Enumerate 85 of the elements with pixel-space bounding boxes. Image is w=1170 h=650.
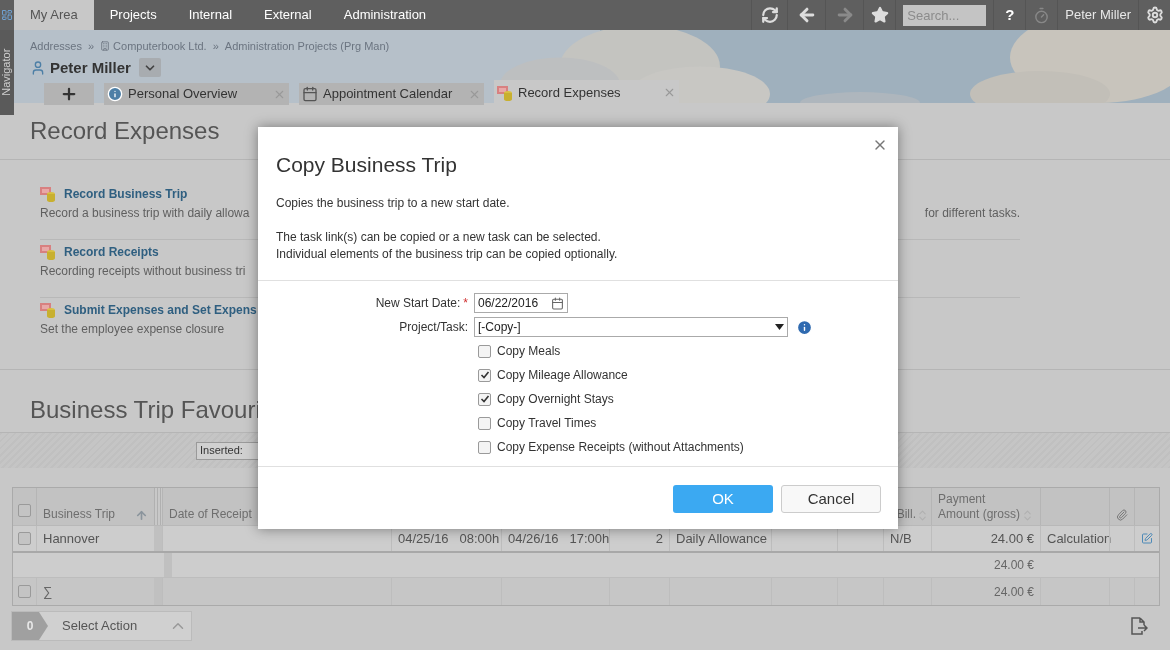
- option-label: Copy Travel Times: [497, 415, 597, 432]
- info-icon: [107, 86, 123, 102]
- dialog-text: The task link(s) can be copied or a new task can be selected.: [276, 228, 602, 246]
- checkbox[interactable]: [478, 392, 491, 406]
- checkbox[interactable]: [18, 504, 31, 517]
- page-title: Record Expenses: [30, 116, 220, 146]
- nav-tab[interactable]: Internal: [172, 0, 249, 30]
- calendar-icon[interactable]: [551, 296, 564, 310]
- breadcrumb-link[interactable]: Addresses: [30, 38, 82, 55]
- cancel-button[interactable]: Cancel: [781, 485, 881, 513]
- nav-tab[interactable]: My Area: [14, 0, 94, 30]
- person-name: Peter Miller: [50, 57, 131, 78]
- expenses-icon: [497, 84, 513, 101]
- table-cell: Calculation: [1040, 526, 1109, 551]
- navigator-label[interactable]: Navigator: [0, 48, 16, 97]
- navigator-icon[interactable]: [1, 9, 13, 21]
- dialog-text: Individual elements of the business trip can be copied optionally.: [276, 245, 619, 263]
- action-bar[interactable]: 0 Select Action: [11, 611, 192, 641]
- page-tab[interactable]: Record Expenses: [494, 80, 679, 105]
- action-link[interactable]: Submit Expenses and Set Expens: [64, 301, 257, 319]
- breadcrumb-link[interactable]: Administration Projects (Prg Man): [224, 38, 390, 55]
- breadcrumb-separator: »: [88, 39, 95, 54]
- table-cell: 24.00 €: [931, 526, 1040, 551]
- option-label: Copy Overnight Stays: [497, 391, 614, 408]
- dropdown-arrow-icon[interactable]: [775, 324, 784, 330]
- action-description: Record a business trip with daily allowa: [40, 205, 250, 222]
- action-select-label: Select Action: [62, 617, 139, 636]
- nav-tab[interactable]: Projects: [93, 0, 173, 30]
- expenses-icon: [40, 244, 56, 260]
- sum-label: ∑: [43, 582, 53, 601]
- option-label: Copy Mileage Allowance: [497, 367, 628, 384]
- building-icon: [100, 41, 111, 52]
- total-amount: 24.00 €: [993, 583, 1034, 601]
- refresh-icon[interactable]: [760, 6, 779, 24]
- task-select[interactable]: [-Copy-]: [474, 317, 788, 337]
- nav-tab[interactable]: Administration: [327, 0, 443, 30]
- page-tab[interactable]: Personal Overview: [104, 83, 289, 105]
- expenses-icon: [40, 186, 56, 202]
- export-icon[interactable]: [1128, 616, 1148, 636]
- nav-tab[interactable]: External: [248, 0, 328, 30]
- required-mark: *: [463, 296, 468, 310]
- dialog-text: Copies the business trip to a new start date.: [276, 194, 511, 212]
- breadcrumb-separator: »: [212, 39, 219, 54]
- action-description: for different tasks.: [924, 205, 1020, 222]
- person-icon: [30, 59, 46, 76]
- plus-icon: [60, 85, 78, 103]
- date-field[interactable]: 06/22/2016: [474, 293, 568, 313]
- ok-button[interactable]: OK: [673, 485, 773, 513]
- checkbox[interactable]: [18, 532, 31, 545]
- checkbox[interactable]: [478, 368, 491, 382]
- person-menu-button[interactable]: [138, 58, 161, 78]
- action-link[interactable]: Record Business Trip: [64, 185, 188, 203]
- expenses-icon: [40, 302, 56, 318]
- sort-icon[interactable]: [135, 509, 148, 522]
- info-icon[interactable]: [796, 318, 813, 336]
- calendar-icon: [302, 86, 318, 102]
- tab-label: Record Expenses: [518, 83, 622, 102]
- selection-count: 0: [12, 612, 48, 640]
- checkbox[interactable]: [478, 416, 491, 430]
- option-label: Copy Meals: [497, 343, 561, 360]
- checkbox[interactable]: [478, 440, 491, 454]
- settings-icon[interactable]: [1145, 6, 1164, 24]
- tab-label: Appointment Calendar: [323, 85, 454, 104]
- action-description: Set the employee expense closure: [40, 321, 225, 338]
- star-icon[interactable]: [870, 6, 889, 24]
- action-description: Recording receipts without business tri: [40, 263, 246, 280]
- checkbox[interactable]: [18, 585, 31, 598]
- dialog-title: Copy Business Trip: [276, 152, 458, 178]
- paperclip-icon: [1116, 508, 1128, 522]
- new-tab-button[interactable]: [44, 83, 94, 105]
- field-label: New Start Date:: [375, 296, 461, 310]
- subtotal-amount: 24.00 €: [993, 557, 1034, 574]
- field-label: Project/Task:: [399, 320, 468, 335]
- option-label: Copy Expense Receipts (without Attachments): [497, 439, 744, 456]
- page-tab[interactable]: Appointment Calendar: [299, 83, 484, 105]
- action-link[interactable]: Record Receipts: [64, 243, 159, 261]
- checkbox[interactable]: [478, 344, 491, 358]
- search-field[interactable]: Search...: [903, 4, 987, 26]
- tab-label: Personal Overview: [128, 85, 239, 104]
- column-header[interactable]: Payment Amount (gross): [931, 488, 1040, 525]
- section-title: Business Trip Favouri: [30, 395, 261, 425]
- breadcrumb-link[interactable]: Computerbook Ltd.: [113, 38, 207, 55]
- edit-icon[interactable]: [1141, 531, 1153, 546]
- column-splitter[interactable]: [154, 488, 162, 525]
- navigator-strip[interactable]: Navigator: [0, 30, 14, 115]
